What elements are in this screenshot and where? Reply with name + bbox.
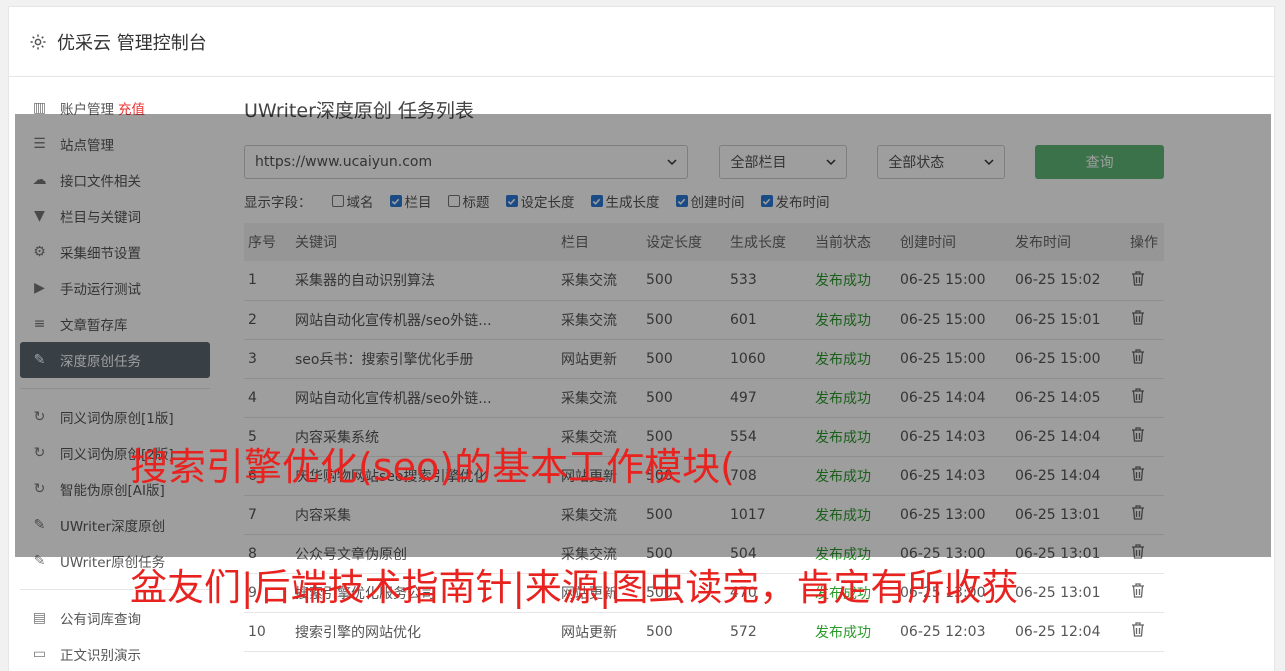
delete-action[interactable] xyxy=(1126,573,1164,612)
table-cell: 网站更新 xyxy=(561,624,617,641)
gear-icon xyxy=(30,34,46,49)
table-cell: 06-25 13:01 xyxy=(1015,584,1101,601)
table-cell: 发布成功 xyxy=(815,624,871,641)
app-title: 优采云 管理控制台 xyxy=(57,32,207,54)
trash-icon[interactable] xyxy=(1130,582,1146,599)
table-cell: 500 xyxy=(646,623,673,640)
sidebar-item-label: 公有词库查询 xyxy=(60,612,141,628)
book-icon: ▤ xyxy=(32,610,47,626)
overlay-headline: 搜索引擎优化(seo)的基本工作模块( xyxy=(130,445,735,489)
sidebar-item-label: 正文识别演示 xyxy=(60,648,141,664)
table-cell: 10 xyxy=(248,623,266,640)
table-cell: 06-25 12:04 xyxy=(1015,623,1101,640)
table-cell: 06-25 12:03 xyxy=(900,623,986,640)
trash-icon[interactable] xyxy=(1130,621,1146,638)
table-row: 10 搜索引擎的网站优化 网站更新 500 572 发布成功 06-25 12:03 06-2… xyxy=(244,612,1164,651)
app-header: 优采云 管理控制台 xyxy=(9,7,1274,77)
sidebar-item-text-recognition[interactable]: ▭ 正文识别演示 xyxy=(20,636,210,671)
table-cell: 搜索引擎的网站优化 xyxy=(295,624,421,641)
overlay-subtitle: 盆友们|后端技术指南针|来源|图虫读完，肯定有所收获 xyxy=(130,566,1019,609)
table-cell: 572 xyxy=(730,623,757,640)
delete-action[interactable] xyxy=(1126,612,1164,651)
monitor-icon: ▭ xyxy=(32,646,47,662)
